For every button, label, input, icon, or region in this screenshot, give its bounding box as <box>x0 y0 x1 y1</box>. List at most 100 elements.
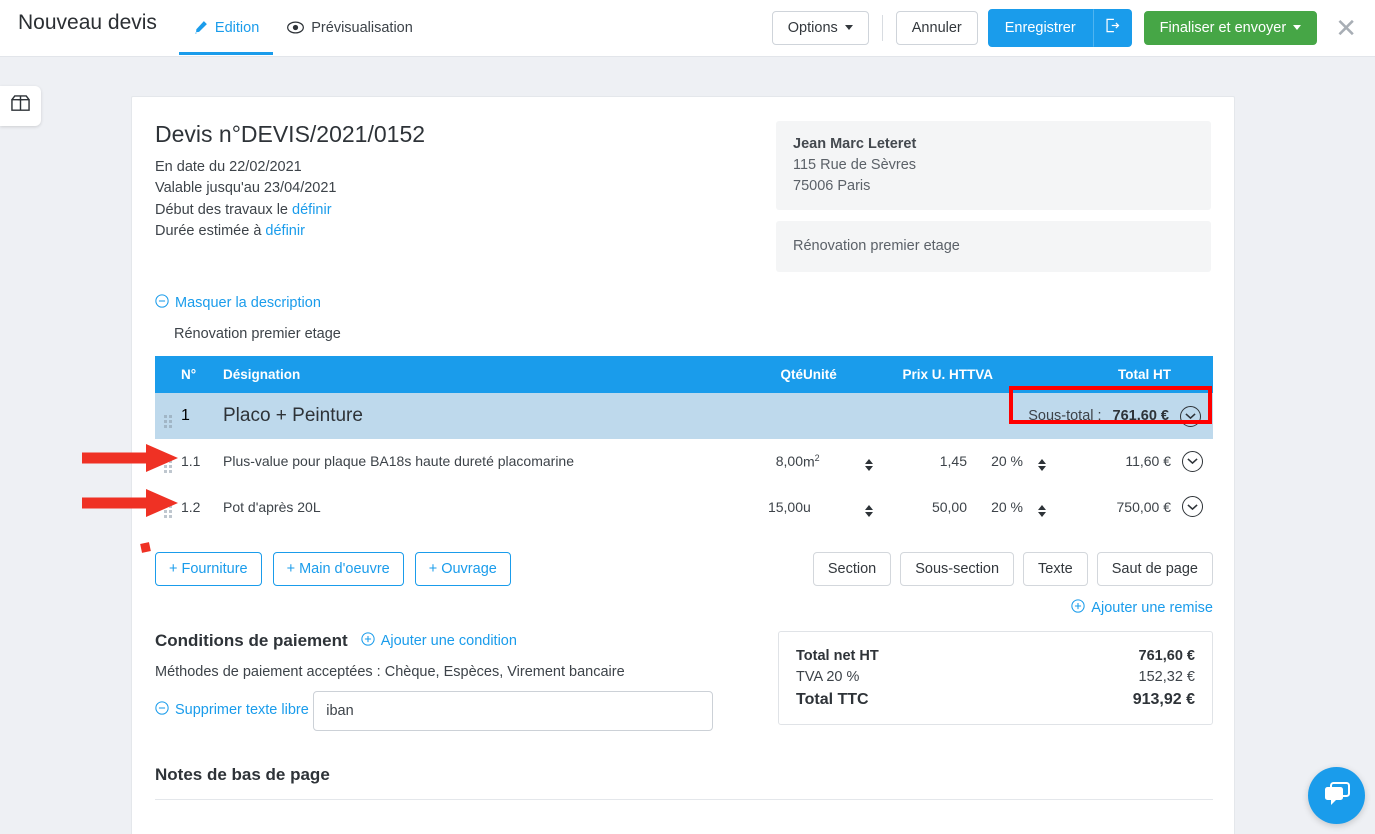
row-total: 750,00 € <box>1061 484 1171 530</box>
section-row[interactable]: 1 Placo + Peinture Sous-total : 761,60 € <box>155 393 1213 439</box>
work-start-row: Début des travaux le définir <box>155 200 755 221</box>
row-expand-chevron-icon[interactable] <box>1181 450 1203 472</box>
client-card[interactable]: Jean Marc Leteret 115 Rue de Sèvres 7500… <box>776 121 1211 210</box>
project-card[interactable]: Rénovation premier etage <box>776 221 1211 272</box>
iban-input[interactable] <box>313 690 714 731</box>
export-icon <box>1105 18 1120 38</box>
plus-circle-icon <box>1071 598 1085 617</box>
add-fourniture-button[interactable]: + Fourniture <box>155 551 262 586</box>
document-description[interactable]: Rénovation premier etage <box>174 326 1211 342</box>
block-buttons: Section Sous-section Texte Saut de page <box>804 551 1213 586</box>
tab-edition[interactable]: Edition <box>178 0 274 55</box>
cancel-button[interactable]: Annuler <box>895 10 978 46</box>
col-drag <box>155 356 181 393</box>
col-vat-spin <box>1023 356 1061 393</box>
add-texte-button[interactable]: Texte <box>1023 551 1088 586</box>
table-header-row: N° Désignation Qté Unité Prix U. HT TVA … <box>155 356 1213 393</box>
tab-previsualisation[interactable]: Prévisualisation <box>273 0 427 55</box>
client-city: 75006 Paris <box>793 178 871 194</box>
finalize-label: Finaliser et envoyer <box>1159 19 1287 36</box>
subtotal-value: 761,60 € <box>1112 408 1169 424</box>
chevron-down-icon <box>844 25 853 31</box>
options-label: Options <box>787 19 838 36</box>
minus-circle-icon <box>155 294 169 312</box>
row-price[interactable]: 50,00 <box>887 484 967 530</box>
save-button[interactable]: Enregistrer <box>987 9 1093 47</box>
section-number: 1 <box>181 393 223 439</box>
tab-edition-label: Edition <box>214 19 260 36</box>
row-expand[interactable] <box>1171 439 1213 485</box>
tab-previsualisation-label: Prévisualisation <box>311 19 413 36</box>
payment-conditions: Conditions de paiement Ajouter une condi… <box>155 631 765 785</box>
row-expand[interactable] <box>1171 484 1213 530</box>
products-panel-toggle[interactable] <box>0 86 41 126</box>
row-vat[interactable]: 20 % <box>967 484 1023 530</box>
table-row[interactable]: 1.1 Plus-value pour plaque BA18s haute d… <box>155 439 1213 485</box>
add-saut-de-page-button[interactable]: Saut de page <box>1096 551 1213 586</box>
row-unit-stepper[interactable] <box>851 484 887 530</box>
drag-handle-icon <box>164 505 172 518</box>
discount-row: Ajouter une remise <box>155 598 1213 617</box>
chat-widget-button[interactable] <box>1308 767 1365 824</box>
work-start-link[interactable]: définir <box>292 202 332 218</box>
drag-handle-icon <box>164 414 172 428</box>
vat-label: TVA 20 % <box>796 669 860 685</box>
quote-document: Devis n°DEVIS/2021/0152 En date du 22/02… <box>131 96 1235 834</box>
row-qty[interactable]: 8,00 <box>733 439 803 485</box>
add-discount-link[interactable]: Ajouter une remise <box>1071 598 1213 617</box>
add-ouvrage-button[interactable]: + Ouvrage <box>414 551 511 586</box>
row-unit[interactable]: m2 <box>803 439 851 485</box>
add-condition-link[interactable]: Ajouter une condition <box>361 631 517 650</box>
col-unit-spin <box>851 356 887 393</box>
totals-panel: Total net HT 761,60 € TVA 20 % 152,32 € … <box>778 630 1213 785</box>
row-designation[interactable]: Pot d'après 20L <box>223 484 733 530</box>
section-drag-handle[interactable] <box>155 393 181 439</box>
row-designation[interactable]: Plus-value pour plaque BA18s haute duret… <box>223 439 733 485</box>
row-price[interactable]: 1,45 <box>887 439 967 485</box>
row-drag-handle[interactable] <box>155 484 181 530</box>
options-button[interactable]: Options <box>771 10 869 46</box>
close-icon[interactable]: ✕ <box>1331 13 1361 43</box>
remove-free-text-label: Supprimer texte libre <box>175 701 309 718</box>
bottom-section: Conditions de paiement Ajouter une condi… <box>155 630 1213 785</box>
row-unit-stepper[interactable] <box>851 439 887 485</box>
toggle-description-link[interactable]: Masquer la description <box>155 294 321 312</box>
section-expand-chevron-icon[interactable] <box>1180 405 1201 427</box>
add-sous-section-button[interactable]: Sous-section <box>900 551 1015 586</box>
duration-link[interactable]: définir <box>265 223 305 239</box>
view-tabs: Edition Prévisualisation <box>178 0 427 57</box>
col-vat: TVA <box>967 356 1023 393</box>
total-ttc-row: Total TTC 913,92 € <box>796 689 1195 711</box>
open-box-icon <box>10 94 31 118</box>
section-name[interactable]: Placo + Peinture <box>223 393 733 439</box>
row-unit[interactable]: u <box>803 484 851 530</box>
finalize-and-send-button[interactable]: Finaliser et envoyer <box>1143 10 1318 46</box>
eye-icon <box>287 21 305 34</box>
chevron-down-icon <box>1293 25 1302 31</box>
row-qty[interactable]: 15,00 <box>733 484 803 530</box>
row-expand-chevron-icon[interactable] <box>1181 496 1203 517</box>
duration-label: Durée estimée à <box>155 222 262 239</box>
quote-meta: En date du 22/02/2021 Valable jusqu'au 2… <box>155 157 755 242</box>
table-row[interactable]: 1.2 Pot d'après 20L 15,00 u 50,00 20 % 7… <box>155 484 1213 530</box>
top-actions: Options Annuler Enregistrer Finaliser et… <box>771 9 1361 47</box>
document-header: Devis n°DEVIS/2021/0152 En date du 22/02… <box>155 121 1211 272</box>
client-address: 115 Rue de Sèvres <box>793 157 917 173</box>
add-section-button[interactable]: Section <box>812 551 892 586</box>
row-drag-handle[interactable] <box>155 439 181 485</box>
save-and-export-button[interactable] <box>1092 9 1132 47</box>
row-vat-stepper[interactable] <box>1023 439 1061 485</box>
add-condition-label: Ajouter une condition <box>380 632 517 649</box>
stepper-icon <box>1038 459 1046 472</box>
duration-row: Durée estimée à définir <box>155 221 755 242</box>
subtotal-label: Sous-total : <box>1028 408 1102 424</box>
row-vat[interactable]: 20 % <box>967 439 1023 485</box>
total-net-ht-value: 761,60 € <box>1138 647 1195 664</box>
remove-free-text-link[interactable]: Supprimer texte libre <box>155 700 309 719</box>
add-main-doeuvre-button[interactable]: + Main d'oeuvre <box>272 551 404 586</box>
row-vat-stepper[interactable] <box>1023 484 1061 530</box>
col-unit: Unité <box>803 356 851 393</box>
chat-bubble-icon <box>1322 780 1352 812</box>
stepper-icon <box>1038 504 1046 517</box>
row-total: 11,60 € <box>1061 439 1171 485</box>
